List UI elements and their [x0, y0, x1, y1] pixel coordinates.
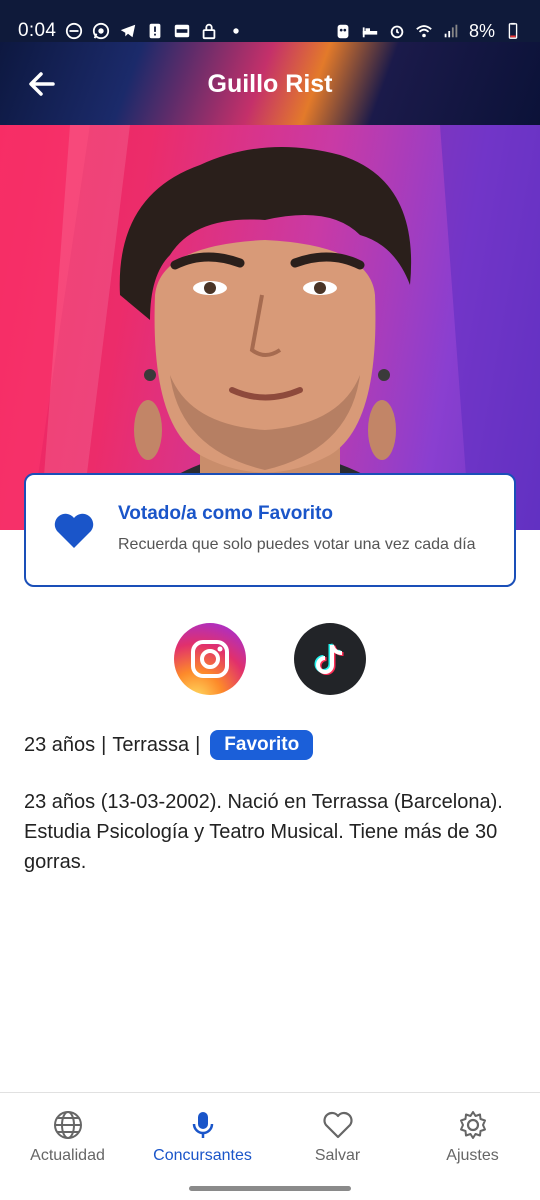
android-icon — [337, 24, 349, 39]
signal-icon — [444, 24, 458, 38]
battery-icon — [508, 22, 518, 39]
telegram-icon — [120, 24, 136, 38]
nav-item-salvar[interactable]: Salvar — [270, 1093, 405, 1200]
profile-age: 23 años — [24, 733, 96, 756]
home-indicator[interactable] — [189, 1186, 351, 1191]
arrow-left-icon — [29, 72, 55, 96]
back-button[interactable] — [22, 64, 62, 104]
alert-icon — [149, 23, 161, 39]
dnd-icon — [66, 22, 83, 40]
profile-city: Terrassa — [112, 733, 190, 756]
portrait-illustration — [0, 125, 540, 530]
globe-icon — [53, 1111, 82, 1139]
status-right: 8% — [334, 21, 522, 42]
microphone-icon — [192, 1112, 213, 1138]
nav-item-actualidad[interactable]: Actualidad — [0, 1093, 135, 1200]
tiktok-icon — [314, 643, 344, 675]
battery-percent: 8% — [468, 20, 495, 41]
app-icon — [174, 24, 190, 38]
dot-icon — [233, 28, 239, 34]
vote-subtitle: Recuerda que solo puedes votar una vez c… — [118, 536, 476, 553]
meta-separator: | — [195, 733, 201, 756]
alarm-icon — [390, 25, 404, 39]
meta-separator: | — [101, 733, 107, 756]
nav-item-concursantes[interactable]: Concursantes — [135, 1093, 270, 1200]
heart-outline-icon — [322, 1111, 353, 1139]
lock-icon — [202, 23, 216, 40]
instagram-button[interactable] — [174, 623, 246, 695]
nav-label-salvar: Salvar — [314, 1147, 361, 1164]
vote-status-card: Votado/a como Favorito Recuerda que solo… — [24, 473, 516, 587]
vote-text: Votado/a como Favorito Recuerda que solo… — [118, 503, 476, 557]
profile-bio: 23 años (13-03-2002). Nació en Terrassa … — [24, 791, 503, 873]
whatsapp-icon — [93, 22, 110, 40]
bottom-navigation: Actualidad Concursantes Salvar Ajustes — [0, 1092, 540, 1200]
contestant-photo — [0, 125, 540, 530]
page-title: Guillo Rist — [207, 69, 333, 98]
wifi-icon — [416, 25, 432, 38]
bed-icon — [362, 27, 378, 38]
nav-label-concursantes: Concursantes — [153, 1147, 252, 1164]
status-badge: Favorito — [210, 730, 314, 760]
nav-label-actualidad: Actualidad — [30, 1147, 105, 1164]
social-links — [0, 623, 540, 695]
profile-meta: 23 años | Terrassa | Favorito — [24, 730, 314, 760]
app-header: Guillo Rist — [0, 42, 540, 126]
status-left: 0:04 — [18, 20, 245, 42]
status-time: 0:04 — [18, 20, 57, 41]
nav-item-ajustes[interactable]: Ajustes — [405, 1093, 540, 1200]
heart-filled-icon — [54, 513, 94, 548]
tiktok-button[interactable] — [294, 623, 366, 695]
gear-icon — [459, 1111, 486, 1139]
instagram-icon — [191, 640, 229, 678]
vote-title: Votado/a como Favorito — [118, 503, 334, 524]
nav-label-ajustes: Ajustes — [446, 1147, 499, 1164]
